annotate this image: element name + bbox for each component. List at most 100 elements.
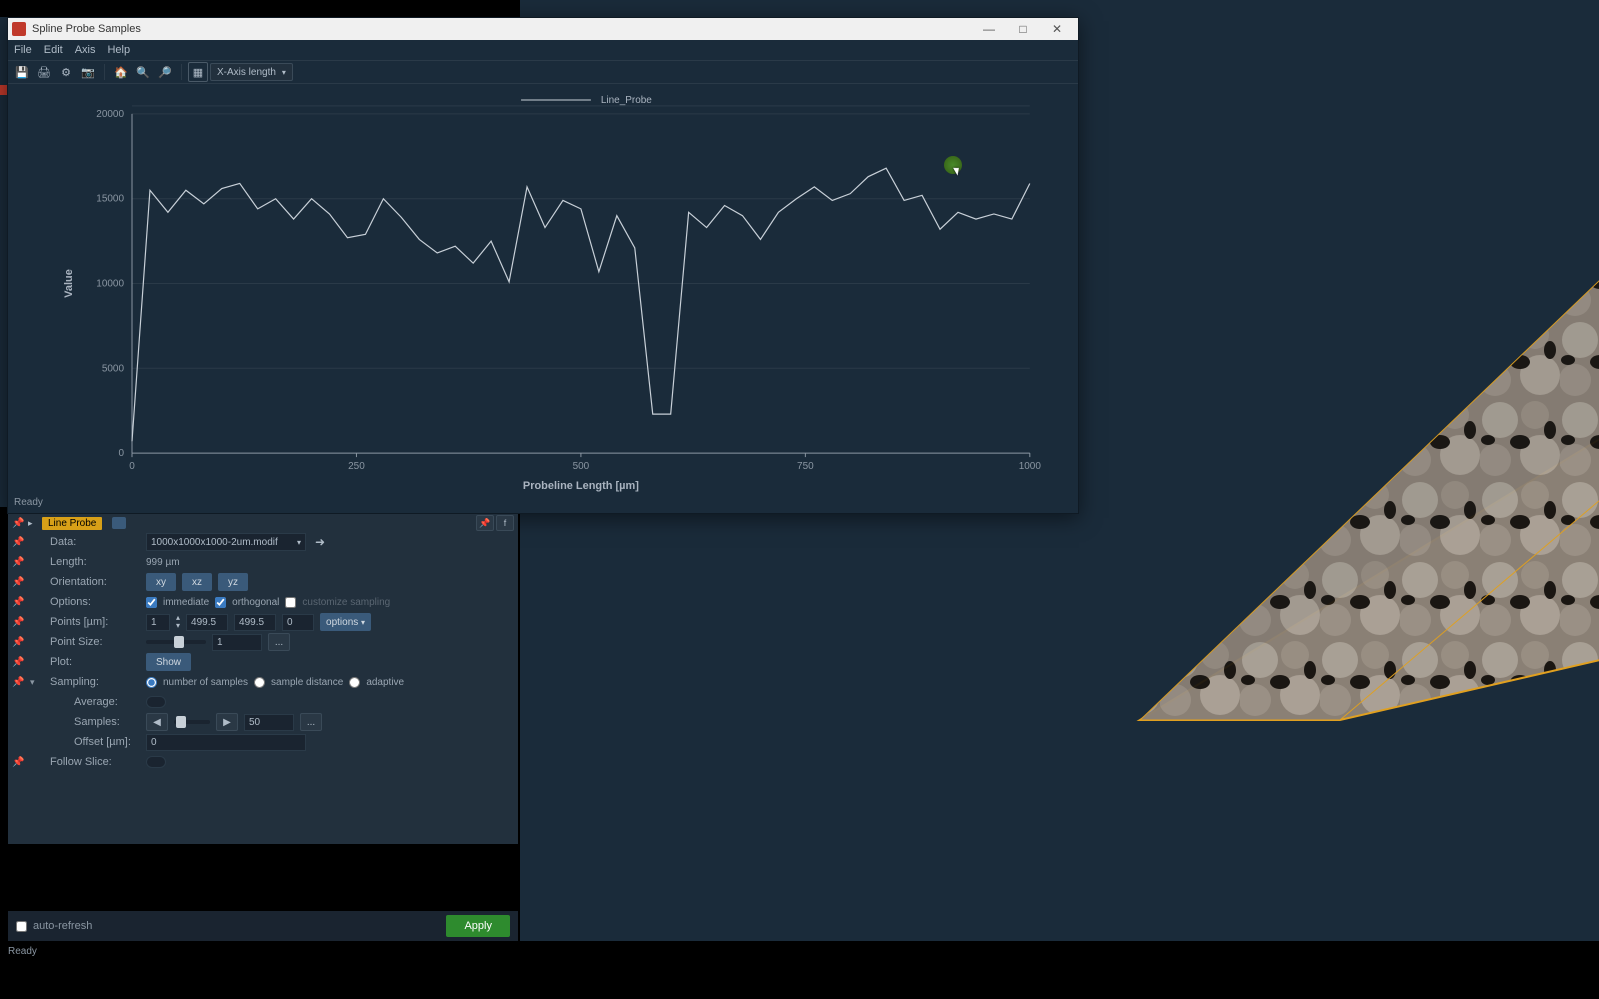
toolbar: 💾 🖨 ⚙ 📷 🏠 🔍 🔎 ▦ X-Axis length ▾ (8, 60, 1078, 84)
module-chip[interactable]: Line Probe (42, 517, 102, 530)
data-label: Data: (30, 536, 140, 548)
menu-help[interactable]: Help (107, 44, 130, 56)
titlebar[interactable]: Spline Probe Samples — □ ✕ (8, 18, 1078, 40)
length-label: Length: (30, 556, 140, 568)
points-field-3[interactable] (234, 614, 276, 631)
points-field-4[interactable] (282, 614, 314, 631)
line-chart: 0500010000150002000002505007501000Probel… (8, 84, 1078, 495)
orientation-xz-button[interactable]: xz (182, 573, 212, 591)
svg-text:500: 500 (573, 461, 590, 472)
plot-label: Plot: (30, 656, 140, 668)
menu-axis[interactable]: Axis (75, 44, 96, 56)
minimize-button[interactable]: — (972, 18, 1006, 40)
axis-dropdown-label: X-Axis length (217, 67, 276, 78)
sample-distance-radio[interactable] (254, 677, 265, 688)
samples-next-button[interactable]: ▶ (216, 713, 238, 731)
autorefresh-checkbox[interactable] (16, 921, 27, 932)
samples-label: Samples: (34, 716, 140, 728)
window-statusbar: Ready (8, 495, 1078, 513)
svg-text:250: 250 (348, 461, 365, 472)
immediate-checkbox[interactable] (146, 597, 157, 608)
camera-icon[interactable]: 📷 (78, 62, 98, 82)
svg-text:750: 750 (797, 461, 814, 472)
points-field-1[interactable] (146, 614, 170, 631)
expand-icon[interactable]: ▸ (28, 518, 38, 529)
pin-icon[interactable]: 📌 (12, 637, 24, 648)
sample-distance-label: sample distance (271, 677, 343, 688)
offset-field[interactable] (146, 734, 306, 751)
close-button[interactable]: ✕ (1040, 18, 1074, 40)
save-icon[interactable]: 💾 (12, 62, 32, 82)
app-icon (12, 22, 26, 36)
axis-dropdown[interactable]: X-Axis length ▾ (210, 63, 293, 81)
offset-label: Offset [µm]: (34, 736, 140, 748)
adaptive-label: adaptive (366, 677, 404, 688)
samples-slider[interactable] (174, 720, 210, 724)
maximize-button[interactable]: □ (1006, 18, 1040, 40)
pin-icon[interactable]: 📌 (12, 537, 24, 548)
autorefresh-label: auto-refresh (33, 920, 92, 932)
samples-more-button[interactable]: ... (300, 713, 322, 731)
customize-checkbox[interactable] (285, 597, 296, 608)
svg-text:1000: 1000 (1019, 461, 1042, 472)
home-icon[interactable]: 🏠 (111, 62, 131, 82)
gear-icon[interactable]: ⚙ (56, 62, 76, 82)
pin-icon[interactable]: 📌 (12, 597, 24, 608)
menu-edit[interactable]: Edit (44, 44, 63, 56)
grid-icon[interactable]: ▦ (188, 62, 208, 82)
svg-text:10000: 10000 (96, 279, 124, 290)
function-button[interactable]: f (496, 515, 514, 531)
print-icon[interactable]: 🖨 (34, 62, 54, 82)
plot-show-button[interactable]: Show (146, 653, 191, 671)
bottom-bar: auto-refresh Apply (8, 911, 518, 941)
pin-icon[interactable]: 📌 (12, 577, 24, 588)
pin-panel-button[interactable]: 📌 (476, 515, 494, 531)
sampling-label: Sampling: (46, 676, 140, 688)
adaptive-radio[interactable] (349, 677, 360, 688)
svg-text:15000: 15000 (96, 194, 124, 205)
pin-icon[interactable]: 📌 (12, 657, 24, 668)
svg-text:Line_Probe: Line_Probe (601, 95, 652, 106)
orthogonal-checkbox[interactable] (215, 597, 226, 608)
pin-icon[interactable]: 📌 (12, 677, 24, 688)
pointsize-more-button[interactable]: ... (268, 633, 290, 651)
app-statusbar: Ready (8, 946, 37, 957)
apply-button[interactable]: Apply (446, 915, 510, 937)
pin-icon[interactable]: 📌 (12, 557, 24, 568)
pointsize-slider[interactable] (146, 640, 206, 644)
orientation-yz-button[interactable]: yz (218, 573, 248, 591)
spline-probe-window: Spline Probe Samples — □ ✕ File Edit Axi… (7, 17, 1079, 514)
points-field-2[interactable] (186, 614, 228, 631)
plot-area[interactable]: 0500010000150002000002505007501000Probel… (8, 84, 1078, 495)
num-samples-radio[interactable] (146, 677, 157, 688)
pin-icon[interactable]: 📌 (12, 757, 24, 768)
orientation-xy-button[interactable]: xy (146, 573, 176, 591)
follow-slice-toggle[interactable] (146, 756, 166, 768)
stepper-icon[interactable]: ▴▾ (176, 614, 180, 630)
chip-toggle[interactable] (112, 517, 126, 529)
pin-icon[interactable]: 📌 (12, 617, 24, 628)
svg-text:20000: 20000 (96, 109, 124, 120)
orthogonal-label: orthogonal (232, 597, 279, 608)
zoom-in-icon[interactable]: 🔍 (133, 62, 153, 82)
collapse-icon[interactable]: ▾ (30, 677, 40, 688)
data-dropdown[interactable]: 1000x1000x1000-2um.modif ▾ (146, 533, 306, 551)
average-label: Average: (34, 696, 140, 708)
immediate-label: immediate (163, 597, 209, 608)
zoom-out-icon[interactable]: 🔎 (155, 62, 175, 82)
pointsize-field[interactable] (212, 634, 262, 651)
options-label: Options: (30, 596, 140, 608)
follow-slice-label: Follow Slice: (30, 756, 140, 768)
average-toggle[interactable] (146, 696, 166, 708)
chevron-down-icon: ▾ (297, 538, 301, 547)
length-value: 999 µm (146, 557, 180, 568)
samples-prev-button[interactable]: ◀ (146, 713, 168, 731)
svg-text:Value: Value (63, 269, 75, 298)
svg-text:5000: 5000 (102, 363, 125, 374)
goto-arrow-icon[interactable]: ➜ (312, 535, 328, 549)
menu-file[interactable]: File (14, 44, 32, 56)
points-options-button[interactable]: options ▾ (320, 613, 371, 631)
pin-icon[interactable]: 📌 (12, 518, 24, 529)
menubar: File Edit Axis Help (8, 40, 1078, 60)
samples-field[interactable] (244, 714, 294, 731)
